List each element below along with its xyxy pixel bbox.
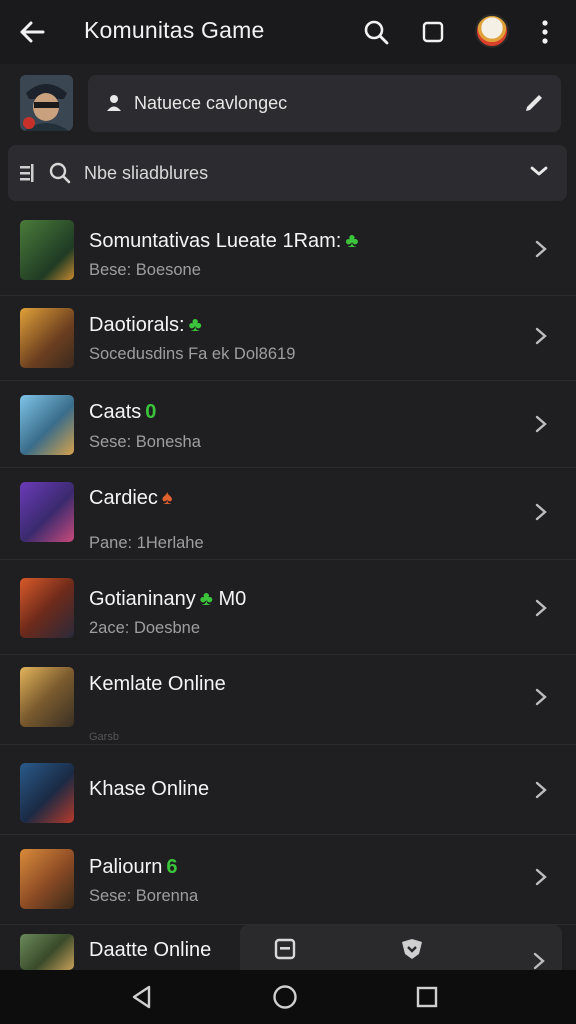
- page-title: Komunitas Game: [84, 17, 265, 43]
- note-icon[interactable]: [274, 938, 296, 960]
- window-button[interactable]: [415, 14, 451, 50]
- game-thumbnail: [20, 763, 74, 823]
- game-name: Daatte Online: [89, 939, 212, 961]
- nav-back-button[interactable]: [127, 983, 155, 1011]
- chevron-right-icon: [535, 240, 547, 258]
- status-icon: ♠: [161, 487, 173, 509]
- triangle-back-icon: [132, 985, 151, 1009]
- circle-home-icon: [273, 985, 297, 1009]
- arrow-left-icon: [20, 21, 45, 43]
- profile-avatar[interactable]: [475, 14, 509, 48]
- status-badge: M0: [218, 588, 247, 610]
- game-thumbnail: [20, 578, 74, 638]
- chevron-right-icon: [535, 503, 547, 521]
- square-recents-icon: [416, 986, 438, 1008]
- game-subtitle: Garsb: [89, 731, 119, 743]
- post-composer[interactable]: Natuece cavlongec: [88, 75, 561, 132]
- more-vert-icon: [542, 20, 548, 44]
- game-row-8[interactable]: Paliourn 6 Sese: Borenna: [0, 835, 576, 925]
- chevron-down-icon[interactable]: [529, 164, 549, 178]
- status-icon: ♣: [345, 230, 359, 252]
- system-navigation-bar: [0, 970, 576, 1024]
- status-badge: 0: [145, 401, 157, 423]
- search-button[interactable]: [358, 14, 394, 50]
- game-subtitle: Sese: Borenna: [89, 887, 199, 905]
- nav-home-button[interactable]: [271, 983, 299, 1011]
- search-icon: [49, 162, 71, 184]
- game-row-7[interactable]: Khase Online: [0, 745, 576, 835]
- composer-text: Natuece cavlongec: [134, 93, 288, 113]
- game-thumbnail: [20, 849, 74, 909]
- status-icon: ♣: [199, 588, 213, 610]
- game-subtitle: Sese: Bonesha: [89, 433, 201, 451]
- chevron-right-icon: [533, 952, 545, 970]
- app-bar: Komunitas Game: [0, 0, 576, 64]
- search-filter-bar[interactable]: Nbe sliadblures: [8, 145, 567, 201]
- game-name: Gotianinany: [89, 588, 196, 610]
- game-thumbnail: [20, 395, 74, 455]
- game-thumbnail: [20, 482, 74, 542]
- status-badge: 6: [166, 856, 178, 878]
- character-avatar-image: [20, 75, 73, 131]
- game-row-4[interactable]: Cardiec ♠ Pane: 1Herlahe: [0, 468, 576, 560]
- game-row-6[interactable]: Kemlate Online Garsb: [0, 655, 576, 745]
- game-name: Paliourn: [89, 856, 163, 878]
- shield-icon[interactable]: [400, 938, 424, 960]
- square-icon: [422, 21, 444, 43]
- game-name: Somuntativas Lueate 1Ram:: [89, 230, 342, 252]
- game-thumbnail: [20, 934, 74, 970]
- chevron-right-icon: [535, 868, 547, 886]
- chevron-right-icon: [535, 327, 547, 345]
- game-name: Khase Online: [89, 778, 210, 800]
- pencil-icon[interactable]: [523, 92, 545, 114]
- chevron-right-icon: [535, 599, 547, 617]
- game-thumbnail: [20, 220, 74, 280]
- game-subtitle: Pane: 1Herlahe: [89, 534, 204, 552]
- chevron-right-icon: [535, 415, 547, 433]
- bottom-action-bar: [240, 925, 562, 975]
- game-subtitle: 2ace: Doesbne: [89, 619, 200, 637]
- user-avatar[interactable]: [20, 75, 73, 131]
- chevron-right-icon: [535, 688, 547, 706]
- game-name: Kemlate Online: [89, 673, 226, 695]
- game-row-2[interactable]: Daotiorals: ♣ Socedusdins Fa ek Dol8619: [0, 296, 576, 381]
- game-row-1[interactable]: Somuntativas Lueate 1Ram: ♣ Bese: Boesone: [0, 210, 576, 296]
- nav-recents-button[interactable]: [413, 983, 441, 1011]
- game-thumbnail: [20, 308, 74, 368]
- game-subtitle: Socedusdins Fa ek Dol8619: [89, 345, 296, 363]
- game-name: Daotiorals:: [89, 314, 185, 336]
- game-thumbnail: [20, 667, 74, 727]
- game-row-3[interactable]: Caats 0 Sese: Bonesha: [0, 381, 576, 468]
- filter-icon: [20, 164, 34, 182]
- chevron-right-icon: [535, 781, 547, 799]
- back-button[interactable]: [14, 14, 50, 50]
- status-icon: ♣: [188, 314, 202, 336]
- game-row-5[interactable]: Gotianinany ♣ M0 2ace: Doesbne: [0, 560, 576, 655]
- person-pin-icon: [107, 95, 121, 111]
- game-subtitle: Bese: Boesone: [89, 261, 201, 279]
- game-name: Cardiec: [89, 487, 158, 509]
- more-button[interactable]: [527, 14, 563, 50]
- search-icon: [364, 20, 389, 45]
- search-input[interactable]: Nbe sliadblures: [84, 163, 208, 184]
- game-name: Caats: [89, 401, 142, 423]
